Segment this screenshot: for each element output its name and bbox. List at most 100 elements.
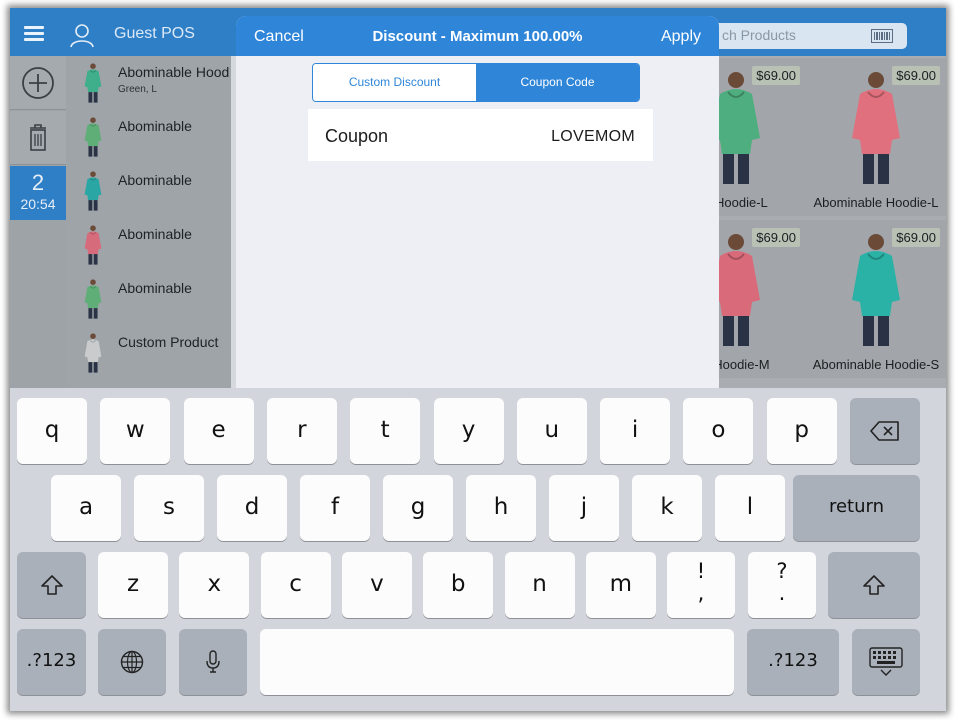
key-top-glyph: ? xyxy=(776,559,788,583)
key-m[interactable]: m xyxy=(585,552,656,618)
dictation-key[interactable] xyxy=(179,629,247,695)
key-w[interactable]: w xyxy=(100,398,171,464)
discount-modal: Cancel Discount - Maximum 100.00% Apply … xyxy=(236,16,719,388)
pos-title: Guest POS xyxy=(114,25,195,42)
key-q[interactable]: q xyxy=(17,398,87,464)
cart-item-name: Abominable xyxy=(118,118,192,134)
key-i[interactable]: i xyxy=(600,398,671,464)
ipad-screen: Guest POS ch Products 2 20:54 Abominable… xyxy=(10,8,946,711)
product-price: $69.00 xyxy=(892,66,940,85)
product-price: $69.00 xyxy=(752,228,800,247)
key-t[interactable]: t xyxy=(350,398,421,464)
hamburger-menu-icon[interactable] xyxy=(24,26,44,41)
cart-item[interactable]: Abominable xyxy=(66,110,231,164)
active-cart-tab[interactable]: 2 20:54 xyxy=(10,166,66,220)
cart-item[interactable]: Abominable xyxy=(66,218,231,272)
key-s[interactable]: s xyxy=(134,475,204,541)
dismiss-keyboard-key[interactable] xyxy=(852,629,920,695)
product-thumbnail xyxy=(84,333,102,373)
cart-item-name: Abominable xyxy=(118,226,192,242)
key-top-glyph: ! xyxy=(696,559,706,583)
product-image xyxy=(852,72,900,184)
product-thumbnail xyxy=(84,117,102,157)
cart-item-name: Custom Product xyxy=(118,334,219,350)
plus-circle-icon xyxy=(22,67,54,99)
shift-key-left[interactable] xyxy=(17,552,86,618)
product-name: Abominable Hoodie-S xyxy=(812,357,940,372)
key-bottom-glyph: , xyxy=(697,581,705,605)
coupon-field[interactable]: Coupon LOVEMOM xyxy=(308,109,653,161)
add-cart-button[interactable] xyxy=(10,56,66,110)
cart-item-name: Abominable xyxy=(118,280,192,296)
cart-list: Abominable Hood Green, L Abominable Abomina… xyxy=(66,56,231,388)
return-key[interactable]: return xyxy=(793,475,920,541)
cart-item[interactable]: Abominable xyxy=(66,272,231,326)
key-a[interactable]: a xyxy=(51,475,121,541)
modal-header: Cancel Discount - Maximum 100.00% Apply xyxy=(236,16,719,56)
product-name: Abominable Hoodie-L xyxy=(813,195,939,210)
key-h[interactable]: h xyxy=(466,475,536,541)
product-tile[interactable]: $69.00 Abominable Hoodie-S xyxy=(806,220,946,378)
discount-type-segmented-control: Custom Discount Coupon Code xyxy=(312,63,640,102)
product-price: $69.00 xyxy=(892,228,940,247)
apply-button[interactable]: Apply xyxy=(661,28,701,46)
key-e[interactable]: e xyxy=(183,398,254,464)
key-z[interactable]: z xyxy=(98,552,168,618)
modal-title: Discount - Maximum 100.00% xyxy=(372,28,583,45)
backspace-key[interactable] xyxy=(850,398,920,464)
trash-icon xyxy=(30,124,46,151)
key-c[interactable]: c xyxy=(260,552,331,618)
cart-time: 20:54 xyxy=(20,196,56,212)
key-r[interactable]: r xyxy=(266,398,337,464)
product-grid: $69.00 e Hoodie-L $69.00 Abominable Hoodie-… xyxy=(666,56,946,388)
shift-icon xyxy=(40,575,63,595)
cart-item[interactable]: Abominable Hood Green, L xyxy=(66,56,231,110)
key-b[interactable]: b xyxy=(423,552,494,618)
key-l[interactable]: l xyxy=(715,475,785,541)
cart-item-name: Abominable Hood xyxy=(118,64,230,80)
product-image xyxy=(852,234,900,346)
space-key[interactable] xyxy=(260,629,734,695)
key-o[interactable]: o xyxy=(683,398,754,464)
key-j[interactable]: j xyxy=(549,475,619,541)
globe-key[interactable] xyxy=(98,629,166,695)
tab-coupon-code[interactable]: Coupon Code xyxy=(476,64,639,101)
cart-item-variant: Green, L xyxy=(118,84,157,95)
key-x[interactable]: x xyxy=(179,552,250,618)
coupon-label: Coupon xyxy=(325,126,389,146)
keyboard-dismiss-icon xyxy=(869,647,903,676)
product-price: $69.00 xyxy=(752,66,800,85)
key-g[interactable]: g xyxy=(383,475,453,541)
shift-icon xyxy=(863,575,885,595)
key-f[interactable]: f xyxy=(300,475,370,541)
user-icon[interactable] xyxy=(69,22,95,48)
key-n[interactable]: n xyxy=(504,552,575,618)
onscreen-keyboard: q w e r t y u i o p a s d f g h j k l return z x c v b n m!,?. .?12… xyxy=(10,388,946,711)
key-d[interactable]: d xyxy=(217,475,287,541)
cart-action-rail: 2 20:54 xyxy=(10,56,74,388)
product-thumbnail xyxy=(84,225,102,265)
shift-key-right[interactable] xyxy=(828,552,920,618)
microphone-icon xyxy=(206,650,220,673)
key-exclaim-comma[interactable]: !, xyxy=(667,552,735,618)
product-thumbnail xyxy=(84,63,102,103)
clear-cart-button[interactable] xyxy=(10,111,66,165)
key-y[interactable]: y xyxy=(433,398,504,464)
tab-custom-discount[interactable]: Custom Discount xyxy=(313,64,476,101)
cart-item[interactable]: Abominable xyxy=(66,164,231,218)
cart-item[interactable]: Custom Product xyxy=(66,326,231,380)
product-thumbnail xyxy=(84,279,102,319)
numbers-key-left[interactable]: .?123 xyxy=(17,629,86,695)
key-bottom-glyph: . xyxy=(778,581,786,605)
key-k[interactable]: k xyxy=(632,475,702,541)
coupon-input-value[interactable]: LOVEMOM xyxy=(551,128,635,146)
search-placeholder: ch Products xyxy=(722,27,796,43)
product-tile[interactable]: $69.00 Abominable Hoodie-L xyxy=(806,58,946,216)
product-thumbnail xyxy=(84,171,102,211)
key-question-period[interactable]: ?. xyxy=(748,552,816,618)
numbers-key-right[interactable]: .?123 xyxy=(747,629,839,695)
key-p[interactable]: p xyxy=(766,398,837,464)
key-u[interactable]: u xyxy=(516,398,587,464)
key-v[interactable]: v xyxy=(341,552,412,618)
barcode-icon[interactable] xyxy=(871,29,893,43)
